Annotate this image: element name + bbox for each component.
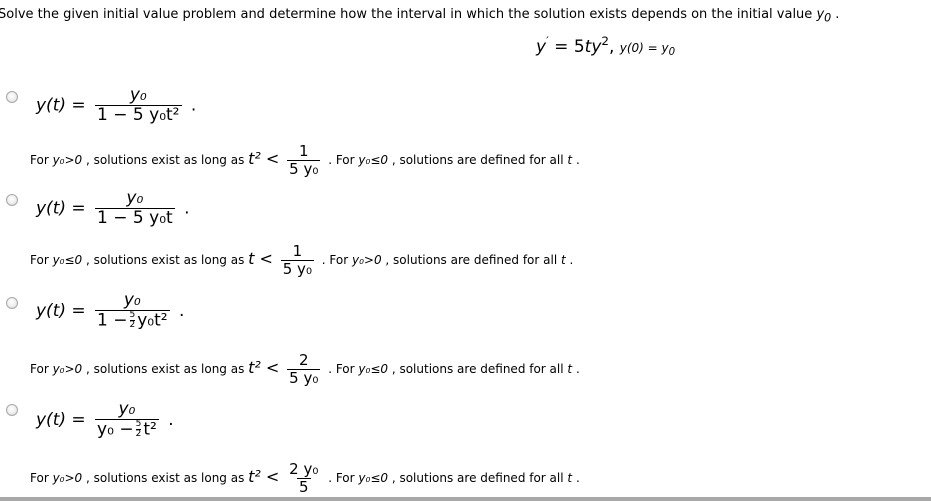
prompt-text: Solve the given initial value problem an… (0, 7, 813, 22)
option-2-radio[interactable] (6, 194, 18, 206)
ode-equation: y′ = 5ty2, y(0) = y0 (536, 34, 676, 59)
option-2-formula: y(t) = y₀ 1 − 5 y₀t . (36, 188, 190, 228)
option-1-formula: y(t) = y₀ 1 − 5 y₀t² . (36, 85, 197, 125)
option-4-radio[interactable] (6, 404, 18, 416)
option-3-formula: y(t) = y₀ 1 −5 2 y₀t² . (36, 290, 185, 331)
option-1-radio[interactable] (6, 91, 18, 103)
option-3-explanation: For y₀>0 , solutions exist as long as t²… (30, 351, 580, 387)
option-4-formula: y(t) = y₀ y₀ −5 2 t² . (36, 399, 174, 440)
prompt-var: y0 (816, 7, 832, 25)
initial-condition: y(0) = y0 (619, 41, 676, 59)
option-2-explanation: For y₀≤0 , solutions exist as long as t … (30, 242, 574, 278)
option-1-explanation: For y₀>0 , solutions exist as long as t²… (30, 142, 580, 178)
question-prompt: Solve the given initial value problem an… (0, 7, 840, 25)
option-3-radio[interactable] (6, 297, 18, 309)
option-4-explanation: For y₀>0 , solutions exist as long as t²… (30, 460, 580, 496)
bottom-divider (0, 497, 931, 501)
